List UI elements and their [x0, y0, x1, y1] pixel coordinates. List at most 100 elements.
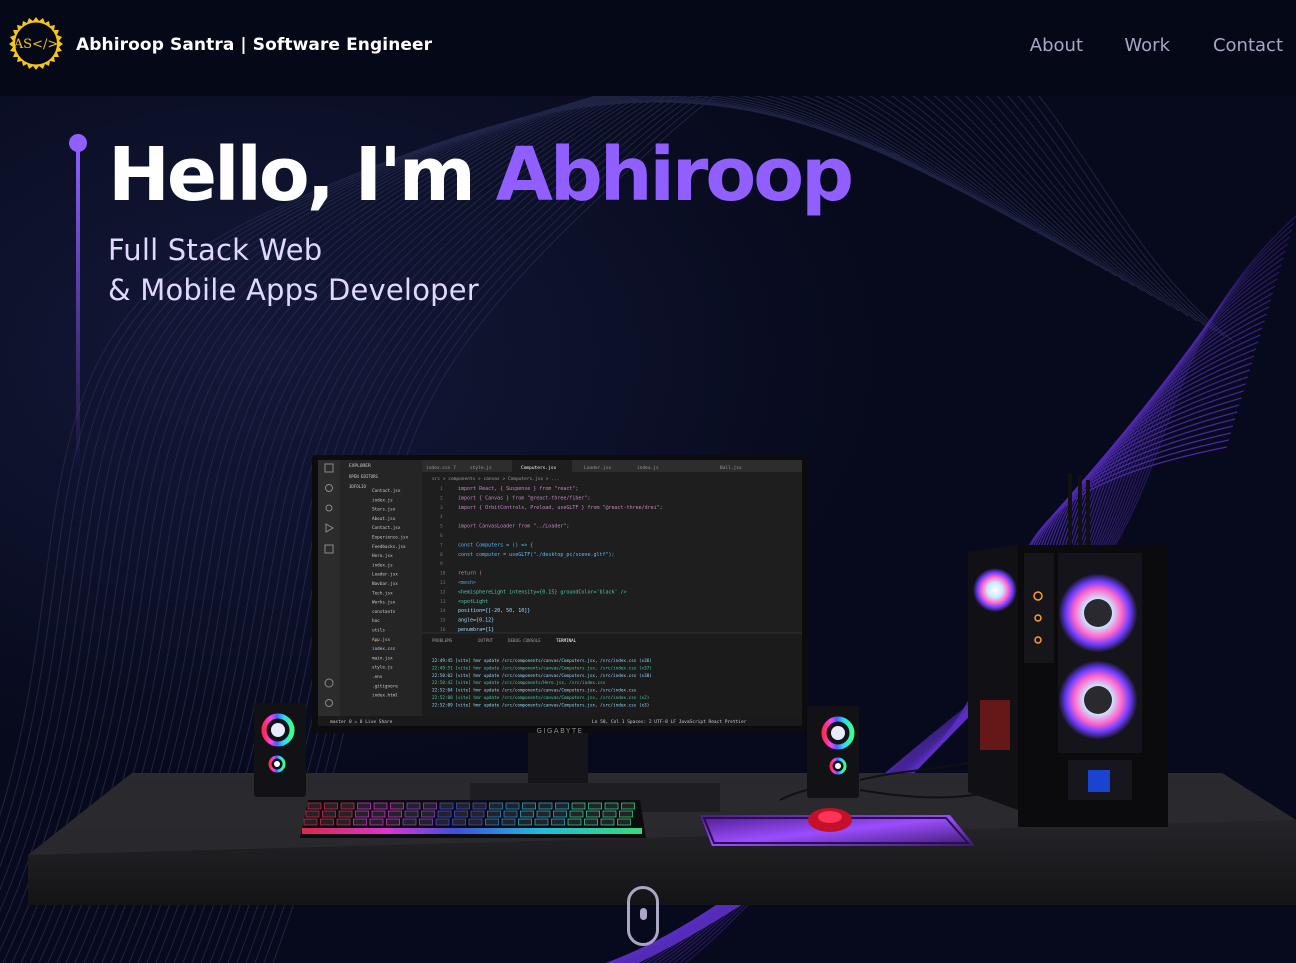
line-number: 3 — [440, 505, 443, 511]
nav-link-work[interactable]: Work — [1124, 35, 1170, 56]
open-editors-label: OPEN EDITORS — [349, 474, 378, 479]
keyboard-key — [419, 818, 433, 826]
desktop-pc-scene[interactable]: GIGABYTE EXPLORER OPEN EDITORS 3DFOLIO C… — [0, 96, 1296, 963]
keyboard-key — [470, 810, 485, 818]
terminal-line: 22:50:02 [vite] hmr update /src/componen… — [432, 673, 652, 679]
nav-link-contact[interactable]: Contact — [1213, 35, 1283, 56]
scroll-mouse-icon[interactable] — [627, 886, 659, 946]
panel-tab: TERMINAL — [556, 638, 577, 643]
keyboard-key — [402, 818, 417, 826]
file-item: Contact.jsx — [372, 488, 401, 494]
project-label: 3DFOLIO — [349, 484, 366, 489]
file-item: Loader.jsx — [372, 572, 398, 578]
keyboard-key — [421, 810, 435, 818]
pc-tower — [968, 473, 1168, 827]
file-item: constants — [372, 609, 396, 615]
keyboard-key — [600, 818, 615, 826]
keyboard-key — [437, 810, 452, 818]
editor-tab: index.css 7 — [426, 465, 456, 471]
file-item: index.css — [372, 646, 396, 652]
file-item: .gitignore — [372, 683, 398, 689]
keyboard-key — [452, 818, 466, 826]
keyboard-key — [534, 818, 549, 826]
keyboard-key — [357, 802, 371, 810]
file-item: hoc — [372, 618, 380, 624]
keyboard-key — [435, 818, 450, 826]
code-line: import CanvasLoader from "../Loader"; — [458, 524, 569, 530]
keyboard-key — [406, 802, 421, 810]
line-number: 1 — [440, 486, 443, 492]
keyboard-key — [307, 802, 322, 810]
file-item: main.jsx — [372, 655, 393, 661]
keyboard-key — [468, 818, 483, 826]
editor-tab: Computers.jsx — [521, 465, 557, 471]
file-item: Stars.jsx — [372, 507, 396, 513]
code-line: position={[-20, 50, 10]} — [458, 608, 530, 614]
keyboard-key — [584, 818, 598, 826]
code-line: const Computers = () => { — [458, 542, 533, 548]
terminal-line: 22:49:51 [vite] hmr update /src/componen… — [432, 665, 652, 671]
keyboard-key — [404, 810, 419, 818]
file-item: About.jsx — [372, 516, 396, 522]
code-line: import { OrbitControls, Preload, useGLTF… — [458, 505, 663, 511]
file-item: index.js — [372, 497, 393, 503]
file-item: .env — [372, 675, 383, 680]
keyboard-key — [454, 810, 468, 818]
logo-badge-icon[interactable]: AS</> — [8, 15, 64, 71]
keyboard-key — [355, 810, 369, 818]
keyboard-key — [390, 802, 404, 810]
keyboard-key — [588, 802, 602, 810]
editor-tab: Loader.jsx — [584, 465, 611, 471]
line-number: 11 — [440, 580, 446, 586]
left-speaker — [254, 703, 306, 797]
keyboard-key — [569, 810, 584, 818]
keyboard-key — [586, 810, 600, 818]
panel-tab: OUTPUT — [478, 638, 494, 643]
line-number: 12 — [440, 589, 446, 595]
panel-tab: PROBLEMS — [432, 638, 453, 643]
keyboard-key — [485, 818, 499, 826]
keyboard-key — [501, 818, 516, 826]
code-line: import React, { Suspense } from "react"; — [458, 486, 578, 492]
keyboard-key — [551, 818, 565, 826]
keyboard-key — [369, 818, 384, 826]
file-item: style.js — [372, 665, 393, 671]
line-number: 13 — [440, 599, 446, 605]
keyboard-key — [520, 810, 534, 818]
terminal-line: 22:52:08 [vite] hmr update /src/componen… — [432, 695, 649, 701]
keyboard-key — [371, 810, 386, 818]
status-left: master 0 ⚠ 0 Live Share — [330, 719, 393, 725]
keyboard-key — [336, 818, 351, 826]
keyboard-key — [619, 810, 633, 818]
nav-link-about[interactable]: About — [1030, 35, 1083, 56]
keyboard-key — [388, 810, 402, 818]
line-number: 5 — [440, 524, 443, 530]
keyboard-key — [320, 818, 334, 826]
explorer-title: EXPLORER — [349, 463, 371, 469]
code-line: const computer = useGLTF("./desktop_pc/s… — [458, 552, 615, 558]
brand-title[interactable]: Abhiroop Santra | Software Engineer — [76, 35, 432, 55]
keyboard-key — [439, 802, 454, 810]
keyboard-key — [373, 802, 388, 810]
status-right: Ln 58, Col 1 Spaces: 2 UTF-8 LF JavaScri… — [592, 719, 747, 725]
file-item: Works.jsx — [372, 600, 396, 606]
keyboard-key — [472, 802, 487, 810]
monitor-brand: GIGABYTE — [536, 727, 583, 735]
editor-tab: style.js — [470, 465, 492, 471]
keyboard-key — [503, 810, 518, 818]
file-item: Navbar.jsx — [372, 581, 398, 587]
panel-tab: DEBUG CONSOLE — [508, 638, 541, 643]
keyboard-key — [340, 802, 355, 810]
keyboard-key — [536, 810, 551, 818]
keyboard-key — [386, 818, 400, 826]
hero-section: Hello, I'm Abhiroop Full Stack Web & Mob… — [0, 96, 1296, 963]
keyboard-key — [604, 802, 619, 810]
breadcrumb: src > components > canvas > Computers.js… — [432, 476, 559, 482]
editor-tab: Ball.jsx — [720, 465, 742, 471]
keyboard-key — [487, 810, 501, 818]
editor-tab: index.js — [637, 465, 659, 471]
keyboard-key — [553, 810, 567, 818]
file-item: Hero.jsx — [372, 553, 393, 559]
file-item: index.html — [372, 693, 398, 699]
line-number: 10 — [440, 571, 446, 577]
